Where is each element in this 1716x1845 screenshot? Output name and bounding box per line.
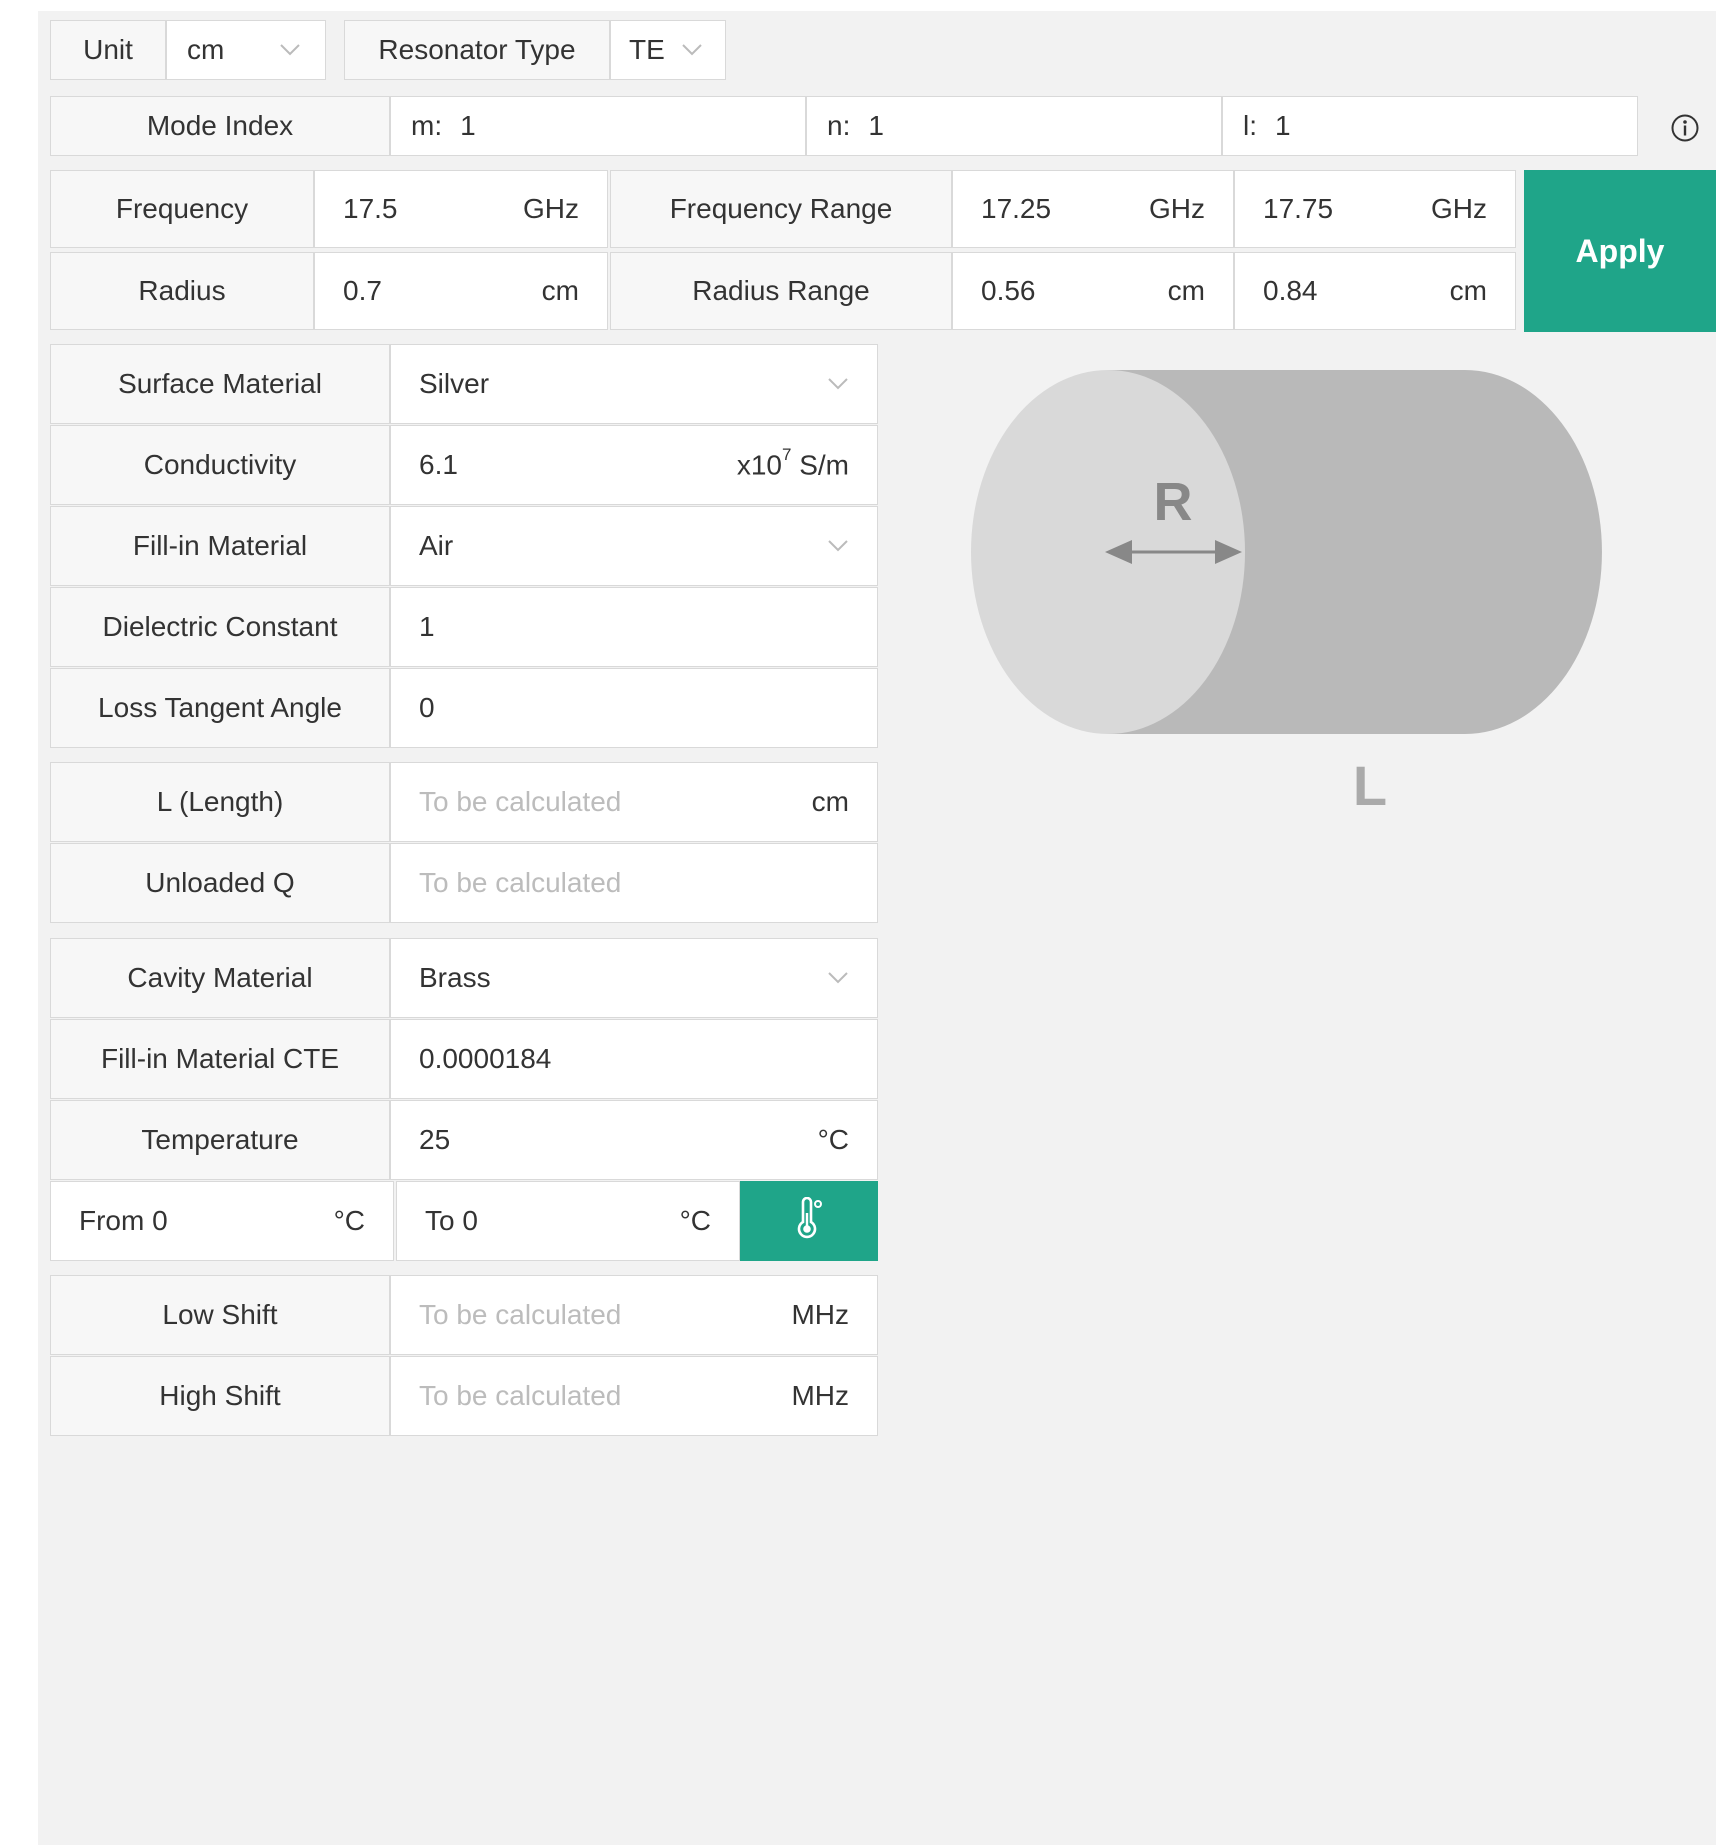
resonator-type-select[interactable]: TE: [610, 20, 726, 80]
chevron-down-icon: [279, 43, 301, 57]
unit-label: Unit: [50, 20, 166, 80]
radius-input[interactable]: 0.7 cm: [314, 252, 608, 330]
dielectric-constant-input[interactable]: 1: [390, 587, 878, 667]
unit-select[interactable]: cm: [166, 20, 326, 80]
radius-range-label: Radius Range: [610, 252, 952, 330]
length-label: L: [1353, 754, 1387, 817]
cavity-material-label: Cavity Material: [50, 938, 390, 1018]
mode-index-label: Mode Index: [50, 96, 390, 156]
high-shift-label: High Shift: [50, 1356, 390, 1436]
radius-label: R: [1154, 472, 1193, 532]
temp-from-input[interactable]: From 0 °C: [50, 1181, 394, 1261]
length-output: To be calculated cm: [390, 762, 878, 842]
temperature-input[interactable]: 25 °C: [390, 1100, 878, 1180]
fill-cte-label: Fill-in Material CTE: [50, 1019, 390, 1099]
thermometer-icon: [792, 1196, 826, 1246]
chevron-down-icon: [827, 377, 849, 391]
conductivity-input[interactable]: 6.1 x107 S/m: [390, 425, 878, 505]
chevron-down-icon: [681, 43, 703, 57]
unloaded-q-label: Unloaded Q: [50, 843, 390, 923]
fill-material-label: Fill-in Material: [50, 506, 390, 586]
loss-tangent-input[interactable]: 0: [390, 668, 878, 748]
surface-material-select[interactable]: Silver: [390, 344, 878, 424]
fill-cte-input[interactable]: 0.0000184: [390, 1019, 878, 1099]
temperature-sweep-button[interactable]: [740, 1181, 878, 1261]
frequency-input[interactable]: 17.5 GHz: [314, 170, 608, 248]
loss-tangent-label: Loss Tangent Angle: [50, 668, 390, 748]
cylinder-diagram: R L: [971, 370, 1602, 817]
conductivity-unit: x107 S/m: [736, 444, 849, 481]
chevron-down-icon: [827, 971, 849, 985]
mode-l-input[interactable]: l: 1: [1222, 96, 1638, 156]
radius-range-high-input[interactable]: 0.84 cm: [1234, 252, 1516, 330]
apply-button[interactable]: Apply: [1524, 170, 1716, 332]
radius-range-low-input[interactable]: 0.56 cm: [952, 252, 1234, 330]
cavity-material-select[interactable]: Brass: [390, 938, 878, 1018]
temp-to-input[interactable]: To 0 °C: [396, 1181, 740, 1261]
radius-label: Radius: [50, 252, 314, 330]
unloaded-q-output: To be calculated: [390, 843, 878, 923]
resonator-type-label: Resonator Type: [344, 20, 610, 80]
mode-m-input[interactable]: m: 1: [390, 96, 806, 156]
length-label: L (Length): [50, 762, 390, 842]
dielectric-constant-label: Dielectric Constant: [50, 587, 390, 667]
conductivity-label: Conductivity: [50, 425, 390, 505]
frequency-range-label: Frequency Range: [610, 170, 952, 248]
info-icon[interactable]: [1670, 113, 1700, 143]
high-shift-output: To be calculated MHz: [390, 1356, 878, 1436]
frequency-range-low-input[interactable]: 17.25 GHz: [952, 170, 1234, 248]
fill-material-select[interactable]: Air: [390, 506, 878, 586]
surface-material-label: Surface Material: [50, 344, 390, 424]
mode-n-input[interactable]: n: 1: [806, 96, 1222, 156]
chevron-down-icon: [827, 539, 849, 553]
low-shift-output: To be calculated MHz: [390, 1275, 878, 1355]
frequency-range-high-input[interactable]: 17.75 GHz: [1234, 170, 1516, 248]
frequency-label: Frequency: [50, 170, 314, 248]
low-shift-label: Low Shift: [50, 1275, 390, 1355]
temperature-label: Temperature: [50, 1100, 390, 1180]
